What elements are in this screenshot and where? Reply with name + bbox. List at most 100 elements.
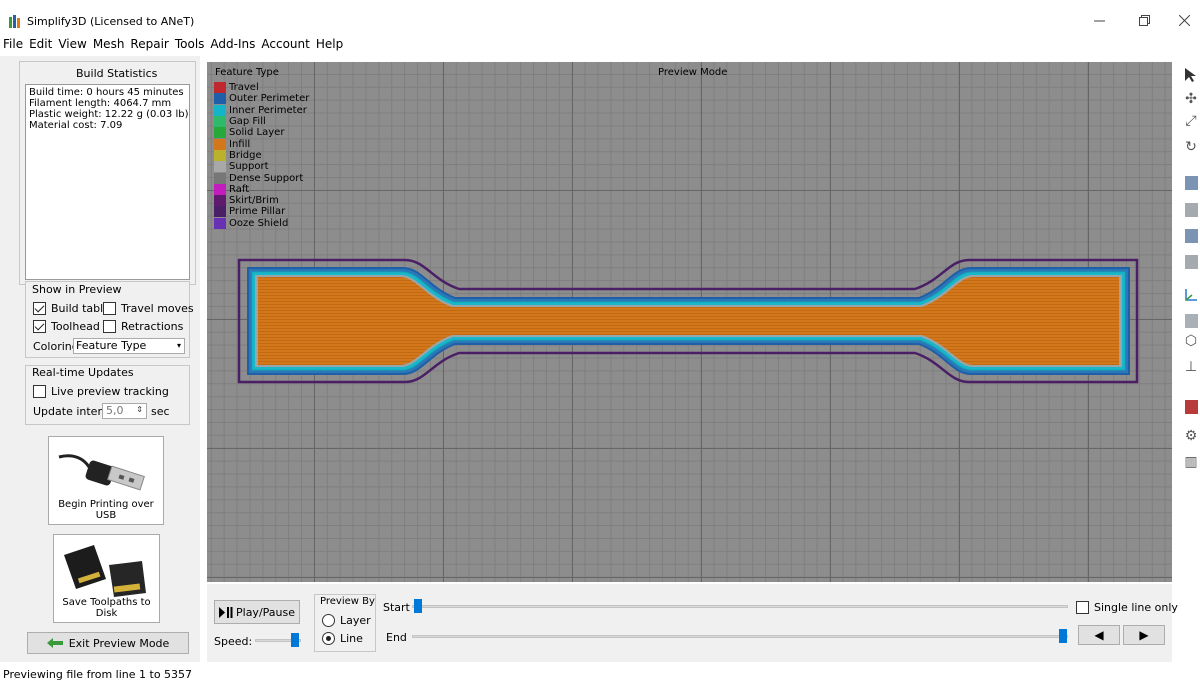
legend-item: Dense Support [214, 172, 309, 184]
coloring-select[interactable]: Feature Type ▾ [73, 338, 185, 354]
legend-item: Skirt/Brim [214, 195, 309, 207]
legend-swatch [214, 183, 226, 195]
menu-add-ins[interactable]: Add-Ins [210, 37, 255, 51]
single-line-only-checkbox[interactable]: Single line only [1076, 601, 1178, 614]
save-toolpaths-disk-label: Save Toolpaths to Disk [62, 597, 151, 619]
axis-arrows-icon[interactable]: ⊥ [1182, 358, 1200, 376]
preview-viewport[interactable] [207, 62, 1172, 582]
retractions-check-icon [103, 320, 116, 333]
step-back-button[interactable]: ◀ [1078, 625, 1120, 645]
settings-gear-icon[interactable]: ⚙ [1182, 427, 1200, 445]
legend-swatch [214, 116, 226, 128]
realtime-updates-title: Real-time Updates [32, 366, 134, 379]
restore-icon[interactable] [1132, 10, 1156, 30]
menu-help[interactable]: Help [316, 37, 343, 51]
step-forward-button[interactable]: ▶ [1123, 625, 1165, 645]
view-iso-icon[interactable] [1182, 174, 1200, 192]
menu-account[interactable]: Account [261, 37, 309, 51]
preview-mode-label: Preview Mode [658, 67, 728, 78]
legend-item: Ooze Shield [214, 217, 309, 229]
menu-tools[interactable]: Tools [175, 37, 205, 51]
legend-label: Dense Support [229, 172, 304, 184]
end-slider-track [412, 635, 1068, 638]
axes-icon[interactable] [1182, 286, 1200, 304]
speed-label: Speed: [214, 635, 253, 648]
exit-preview-mode-button[interactable]: Exit Preview Mode [27, 632, 189, 654]
cross-section-icon[interactable] [1182, 398, 1200, 416]
live-preview-label: Live preview tracking [51, 385, 169, 398]
wireframe-icon[interactable]: ⬡ [1182, 332, 1200, 350]
minimize-icon[interactable] [1087, 10, 1111, 30]
single-line-only-check-icon [1076, 601, 1089, 614]
window-title: Simplify3D (Licensed to ANeT) [27, 15, 195, 28]
line-radio[interactable]: Line [322, 632, 363, 645]
scale-icon[interactable]: ⤢ [1182, 112, 1200, 130]
play-pause-icon [219, 606, 233, 618]
menu-view[interactable]: View [58, 37, 86, 51]
layer-radio[interactable]: Layer [322, 614, 371, 627]
legend-item: Raft [214, 183, 309, 195]
rotate-icon[interactable]: ↻ [1182, 138, 1200, 156]
legend-swatch [214, 149, 226, 161]
travel-moves-label: Travel moves [121, 302, 194, 315]
live-preview-check-icon [33, 385, 46, 398]
travel-moves-checkbox[interactable]: Travel moves [103, 302, 194, 315]
view-side-icon[interactable] [1182, 253, 1200, 271]
single-line-only-label: Single line only [1094, 601, 1178, 614]
legend-swatch [214, 161, 226, 173]
line-radio-icon [322, 632, 335, 645]
legend-item: Infill [214, 138, 309, 150]
live-preview-checkbox[interactable]: Live preview tracking [33, 385, 169, 398]
menu-repair[interactable]: Repair [130, 37, 168, 51]
save-toolpaths-disk-button[interactable]: Save Toolpaths to Disk [53, 534, 160, 623]
usb-cable-icon [58, 454, 145, 491]
build-table-label: Build table [51, 302, 110, 315]
update-interval-spinbox[interactable]: 5,0 ⇕ [102, 403, 147, 419]
toolhead-checkbox[interactable]: Toolhead [33, 320, 100, 333]
legend-item: Travel [214, 82, 309, 94]
retractions-checkbox[interactable]: Retractions [103, 320, 183, 333]
start-slider-handle[interactable] [414, 599, 422, 613]
build-table-check-icon [33, 302, 46, 315]
legend-swatch [214, 172, 226, 184]
speed-slider-handle[interactable] [291, 633, 299, 647]
end-slider-handle[interactable] [1059, 629, 1067, 643]
triangle-right-icon: ▶ [1139, 628, 1149, 642]
legend-swatch [214, 138, 226, 150]
build-table-checkbox[interactable]: Build table [33, 302, 110, 315]
stat-material-cost: Material cost: 7.09 [29, 120, 123, 131]
close-icon[interactable] [1172, 10, 1196, 30]
view-front-icon[interactable] [1182, 201, 1200, 219]
legend-label: Ooze Shield [229, 217, 289, 229]
menu-file[interactable]: File [3, 37, 23, 51]
toolhead-label: Toolhead [51, 320, 100, 333]
legend-label: Bridge [229, 149, 262, 161]
legend-label: Gap Fill [229, 116, 266, 128]
move-icon[interactable]: ✣ [1182, 90, 1200, 108]
sd-card-icon [64, 545, 146, 597]
legend-label: Raft [229, 183, 250, 195]
preview-by-label: Preview By [320, 596, 375, 607]
coloring-value: Feature Type [76, 339, 147, 352]
legend-label: Support [229, 161, 269, 173]
menu-mesh[interactable]: Mesh [93, 37, 125, 51]
view-top-icon[interactable] [1182, 227, 1200, 245]
select-cursor-icon[interactable] [1182, 66, 1200, 84]
preview-columns-icon[interactable]: ▥ [1182, 453, 1200, 471]
menu-edit[interactable]: Edit [29, 37, 52, 51]
right-toolbar: ✣ ⤢ ↻ ⬡ ⊥ ⚙ ▥ [1178, 62, 1200, 522]
play-pause-label: Play/Pause [236, 605, 295, 619]
legend-label: Travel [229, 82, 259, 94]
legend-item: Bridge [214, 149, 309, 161]
begin-printing-usb-button[interactable]: Begin Printing over USB [48, 436, 164, 525]
build-statistics-title: Build Statistics [76, 67, 158, 80]
solid-view-icon[interactable] [1182, 312, 1200, 330]
legend-swatch [214, 195, 226, 207]
start-slider-track [412, 605, 1068, 608]
spin-arrows-icon: ⇕ [136, 405, 143, 414]
stat-build-time: Build time: 0 hours 45 minutes [29, 87, 184, 98]
play-pause-button[interactable]: Play/Pause [214, 600, 300, 624]
legend-swatch [214, 206, 226, 218]
legend-swatch [214, 82, 226, 94]
title-bar: Simplify3D (Licensed to ANeT) [0, 0, 1200, 34]
